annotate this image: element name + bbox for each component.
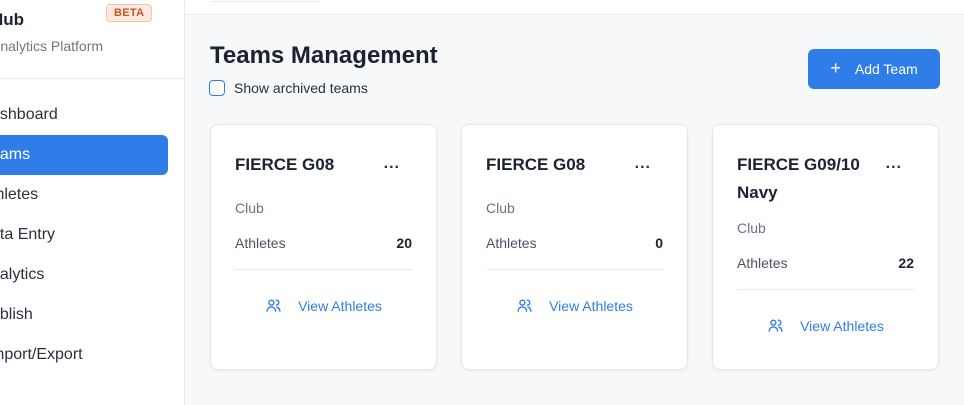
card-divider	[486, 269, 663, 270]
users-icon	[768, 319, 783, 332]
sidebar-divider	[0, 78, 184, 79]
card-menu-button[interactable]: ...	[384, 155, 400, 173]
sidebar-item-label: thletes	[0, 186, 39, 203]
page-title: Teams Management	[210, 42, 438, 69]
sidebar-item-label: mport/Export	[0, 346, 83, 363]
team-type: Club	[235, 200, 264, 216]
team-type: Club	[737, 220, 766, 236]
team-name: FIERCE G09/10 Navy	[737, 155, 860, 202]
team-card: FIERCE G08 ... Club Athletes 0 View Athl…	[461, 124, 688, 370]
users-icon	[266, 299, 281, 312]
view-athletes-button[interactable]: View Athletes	[211, 297, 436, 314]
brand-name: Hub	[0, 10, 25, 29]
athletes-count: 22	[898, 255, 914, 271]
card-menu-button[interactable]: ...	[635, 155, 651, 173]
top-bar-tab[interactable]	[212, 0, 320, 2]
card-menu-button[interactable]: ...	[886, 155, 902, 173]
users-icon	[517, 299, 532, 312]
sidebar-item-data-entry[interactable]: ata Entry	[0, 215, 168, 255]
sidebar-item-import-export[interactable]: mport/Export	[0, 335, 168, 375]
view-athletes-label: View Athletes	[298, 297, 382, 314]
card-divider	[235, 269, 412, 270]
athletes-label: Athletes	[737, 255, 788, 271]
team-type: Club	[486, 200, 515, 216]
athletes-label: Athletes	[486, 235, 537, 251]
sidebar: Hub Analytics Platform BETA ashboard eam…	[0, 0, 185, 405]
view-athletes-label: View Athletes	[800, 317, 884, 334]
athletes-stat: Athletes 20	[235, 235, 412, 251]
plus-icon: +	[830, 58, 841, 78]
show-archived-toggle[interactable]: Show archived teams	[209, 80, 368, 96]
sidebar-item-label: ashboard	[0, 106, 58, 123]
view-athletes-button[interactable]: View Athletes	[462, 297, 687, 314]
sidebar-item-athletes[interactable]: thletes	[0, 175, 168, 215]
team-card: FIERCE G09/10 Navy ... Club Athletes 22 …	[712, 124, 939, 370]
show-archived-label: Show archived teams	[234, 80, 368, 96]
brand-subtitle: Analytics Platform	[0, 38, 104, 54]
sidebar-item-publish[interactable]: ublish	[0, 295, 168, 335]
sidebar-item-label: eams	[0, 146, 31, 163]
view-athletes-label: View Athletes	[549, 297, 633, 314]
top-bar	[185, 0, 964, 15]
team-card: FIERCE G08 ... Club Athletes 20 View Ath…	[210, 124, 437, 370]
add-team-button[interactable]: + Add Team	[808, 49, 940, 89]
athletes-stat: Athletes 0	[486, 235, 663, 251]
sidebar-item-label: nalytics	[0, 266, 45, 283]
beta-badge: BETA	[106, 4, 153, 22]
athletes-stat: Athletes 22	[737, 255, 914, 271]
athletes-label: Athletes	[235, 235, 286, 251]
sidebar-item-analytics[interactable]: nalytics	[0, 255, 168, 295]
card-divider	[737, 289, 914, 290]
sidebar-item-label: ublish	[0, 306, 33, 323]
athletes-count: 0	[655, 235, 663, 251]
team-name: FIERCE G08	[486, 155, 586, 174]
athletes-count: 20	[396, 235, 412, 251]
brand: Hub Analytics Platform BETA	[0, 4, 181, 54]
sidebar-item-teams[interactable]: eams	[0, 135, 168, 175]
sidebar-item-label: ata Entry	[0, 226, 56, 243]
show-archived-checkbox[interactable]	[209, 80, 225, 96]
add-team-label: Add Team	[854, 61, 918, 77]
view-athletes-button[interactable]: View Athletes	[713, 317, 938, 334]
team-name: FIERCE G08	[235, 155, 335, 174]
sidebar-nav: ashboard eams thletes ata Entry nalytics…	[0, 95, 184, 375]
sidebar-item-dashboard[interactable]: ashboard	[0, 95, 168, 135]
